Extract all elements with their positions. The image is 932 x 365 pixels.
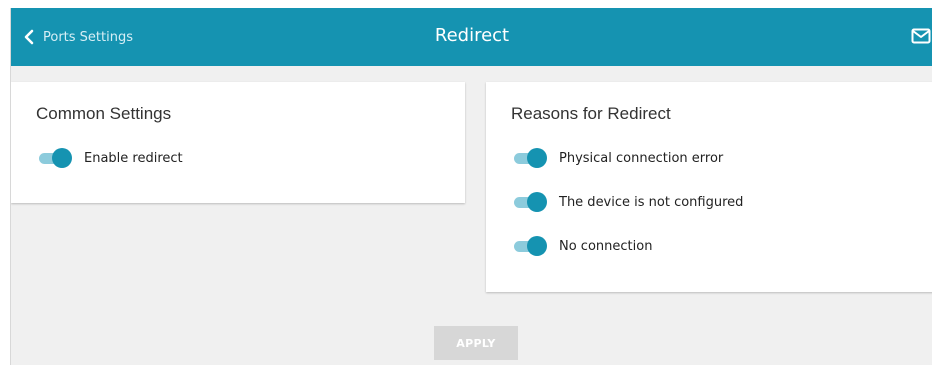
top-bar: Ports Settings Redirect [11,8,932,66]
device-not-configured-row[interactable]: The device is not configured [512,191,743,213]
toggle-knob [527,236,547,256]
enable-redirect-label: Enable redirect [84,150,183,166]
physical-connection-error-label: Physical connection error [559,150,724,166]
envelope-icon[interactable] [911,28,931,49]
enable-redirect-toggle[interactable] [37,147,72,169]
no-connection-label: No connection [559,238,653,254]
common-settings-title: Common Settings [36,104,172,123]
physical-connection-error-toggle[interactable] [512,147,547,169]
toggle-knob [52,148,72,168]
toggle-knob [527,148,547,168]
no-connection-toggle[interactable] [512,235,547,257]
reasons-title: Reasons for Redirect [511,104,671,123]
physical-connection-error-row[interactable]: Physical connection error [512,147,723,169]
enable-redirect-row[interactable]: Enable redirect [37,147,183,169]
device-not-configured-toggle[interactable] [512,191,547,213]
redirect-page: Ports Settings Redirect Common Settings … [10,8,932,365]
no-connection-row[interactable]: No connection [512,235,652,257]
page-title: Redirect [434,25,510,46]
reasons-for-redirect-card: Reasons for Redirect Physical connection… [486,82,932,292]
common-settings-card: Common Settings Enable redirect [11,82,465,203]
toggle-knob [527,192,547,212]
apply-button[interactable]: APPLY [434,326,518,360]
device-not-configured-label: The device is not configured [559,194,744,210]
